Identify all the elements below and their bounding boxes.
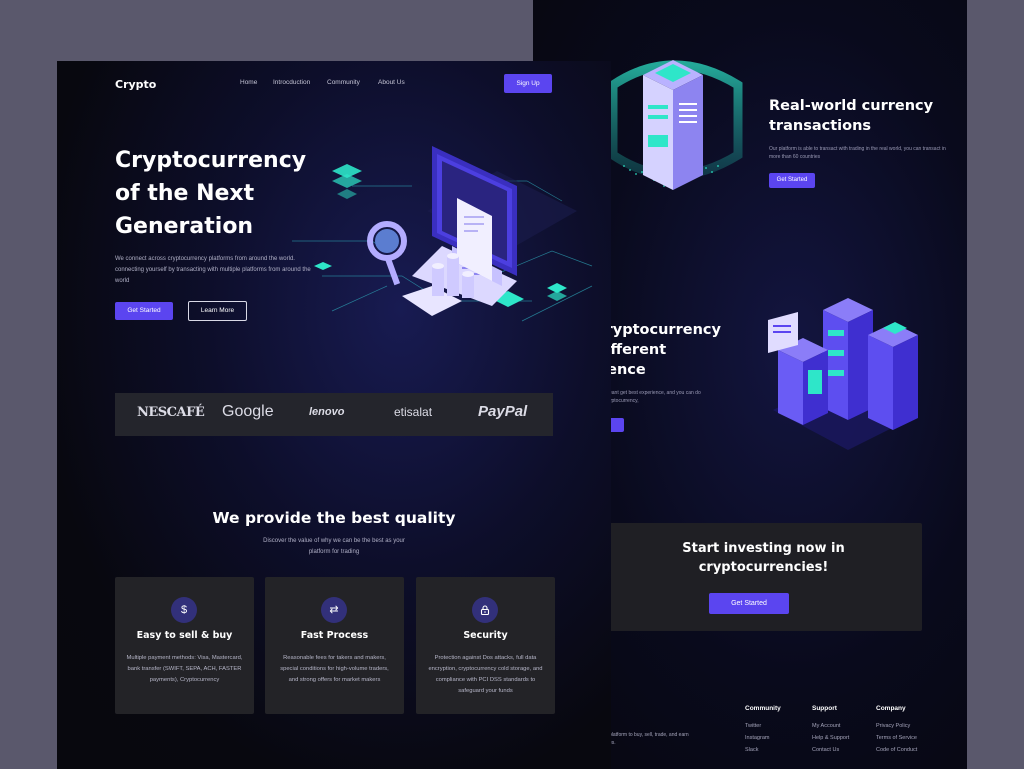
front-page: Crypto Home Introcduction Community Abou… — [57, 61, 611, 769]
brand-logo-google: Google — [222, 403, 274, 420]
brand-logo-lenovo: lenovo — [309, 406, 345, 418]
footer-column-company: Company Privacy Policy Terms of Service … — [876, 705, 917, 756]
laptop-illustration — [292, 146, 593, 322]
nav-home[interactable]: Home — [240, 79, 257, 86]
feature-card-fast: ⇄ Fast Process Reasonable fees for taker… — [265, 577, 404, 714]
card-title: Fast Process — [300, 630, 369, 641]
footer-description: platform to buy, sell, trade, and earn e… — [609, 732, 689, 746]
dollar-icon: $ — [171, 597, 197, 623]
nav-about-us[interactable]: About Us — [378, 79, 405, 86]
footer-link[interactable]: Instagram — [745, 732, 781, 744]
card-text: Multiple payment methods: Visa, Masterca… — [126, 655, 243, 683]
quality-section-title: We provide the best quality — [212, 509, 456, 527]
quality-section-subtitle: Discover the value of why we can be the … — [263, 538, 405, 555]
swap-icon: ⇄ — [321, 597, 347, 623]
section-text: eant get best experience, and you can do… — [609, 390, 701, 404]
stack-illustration — [768, 298, 918, 450]
footer-link[interactable]: Slack — [745, 744, 781, 756]
card-text: Protection against Dos attacks, full dat… — [428, 655, 543, 694]
brand-logo-etisalat: etisalat — [394, 405, 433, 419]
get-started-button[interactable]: Get Started — [769, 173, 815, 188]
server-illustration — [608, 60, 743, 190]
feature-card-easy: $ Easy to sell & buy Multiple payment me… — [115, 577, 254, 714]
cta-get-started-button[interactable]: Get Started — [709, 593, 789, 614]
lock-icon — [472, 597, 498, 623]
logo[interactable]: Crypto — [115, 78, 156, 91]
brand-logo-nescafe: NESCAFÉ — [137, 405, 205, 420]
sign-up-button[interactable]: Sign Up — [504, 74, 552, 93]
footer-heading: Community — [745, 705, 781, 712]
get-started-button[interactable]: Get Started — [115, 302, 173, 320]
feature-card-security: Security Protection against Dos attacks,… — [416, 577, 555, 714]
section-title: Cryptocurrency different rience — [595, 322, 721, 378]
card-text: Reasonable fees for takers and makers, s… — [280, 655, 389, 683]
footer-heading: Company — [876, 705, 906, 712]
footer-link[interactable]: Twitter — [745, 720, 781, 732]
footer-column-community: Community Twitter Instagram Slack — [745, 705, 781, 756]
footer-link[interactable]: Help & Support — [812, 732, 849, 744]
cta-title: Start investing now in cryptocurrencies! — [682, 541, 845, 575]
partner-logos-strip: NESCAFÉ Google lenovo etisalat PayPal — [115, 393, 553, 436]
footer-link[interactable]: Contact Us — [812, 744, 849, 756]
footer-link[interactable]: Terms of Service — [876, 732, 917, 744]
footer-column-support: Support My Account Help & Support Contac… — [812, 705, 849, 756]
hero-description: We connect across cryptocurrency platfor… — [115, 256, 311, 284]
card-title: Easy to sell & buy — [136, 630, 233, 641]
nav-introduction[interactable]: Introcduction — [273, 79, 310, 86]
footer-link[interactable]: My Account — [812, 720, 849, 732]
section-title: Real-world currency transactions — [769, 98, 934, 134]
footer-link[interactable]: Code of Conduct — [876, 744, 917, 756]
section-text: Our platform is able to transact with tr… — [769, 146, 946, 160]
nav-community[interactable]: Community — [327, 79, 360, 86]
cta-panel: Start investing now in cryptocurrencies!… — [605, 523, 922, 631]
learn-more-button[interactable]: Learn More — [188, 301, 247, 321]
footer-link[interactable]: Privacy Policy — [876, 720, 917, 732]
footer-heading: Support — [812, 705, 837, 712]
card-title: Security — [463, 630, 508, 641]
brand-logo-paypal: PayPal — [478, 403, 528, 420]
